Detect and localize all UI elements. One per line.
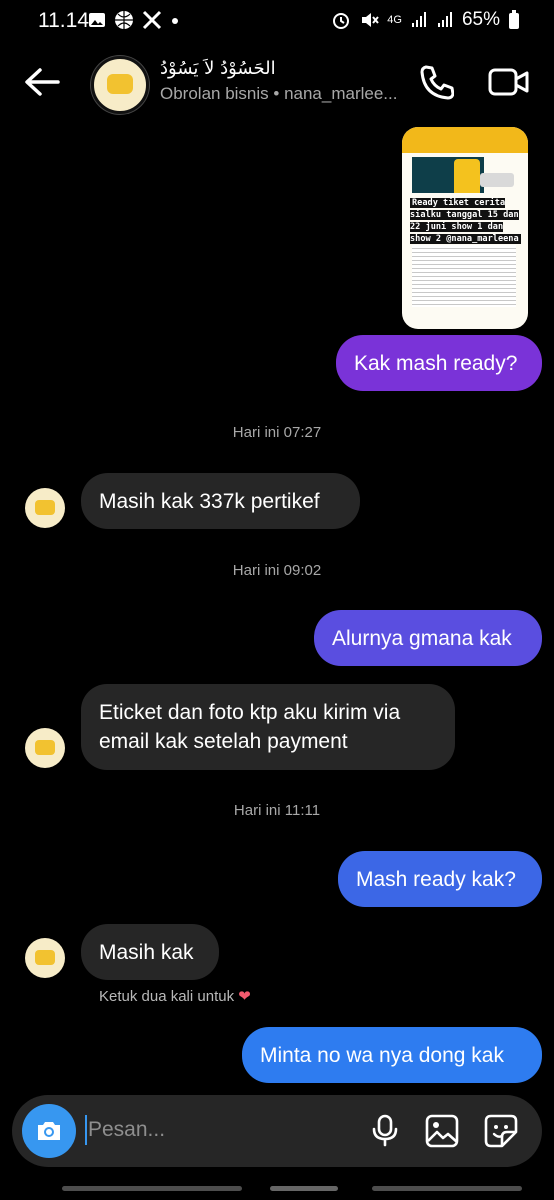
video-call-icon[interactable] xyxy=(488,66,530,98)
contact-subtitle[interactable]: Obrolan bisnis • nana_marlee... xyxy=(160,84,400,104)
sender-avatar[interactable] xyxy=(25,728,65,768)
post-caption: Ready tiket cerita sialku tanggal 15 dan… xyxy=(410,198,521,244)
ticket-details xyxy=(412,245,516,307)
incoming-message[interactable]: Masih kak xyxy=(81,924,219,980)
contact-avatar[interactable] xyxy=(91,56,149,114)
camera-button[interactable] xyxy=(22,1104,76,1158)
outgoing-message[interactable]: Alurnya gmana kak xyxy=(314,610,542,666)
signal-icon xyxy=(411,12,426,27)
outgoing-message[interactable]: Mash ready kak? xyxy=(338,851,542,907)
status-time: 11.14 xyxy=(38,9,89,32)
alarm-icon xyxy=(333,13,350,29)
back-arrow-icon[interactable] xyxy=(22,66,62,98)
sender-avatar[interactable] xyxy=(25,938,65,978)
mute-icon xyxy=(362,13,380,27)
x-notification-icon xyxy=(142,10,162,30)
gallery-icon[interactable] xyxy=(425,1114,459,1148)
double-tap-hint: Ketuk dua kali untuk ❤ xyxy=(99,988,251,1005)
microphone-icon[interactable] xyxy=(370,1114,400,1148)
timestamp: Hari ini 07:27 xyxy=(232,424,322,441)
timestamp: Hari ini 09:02 xyxy=(232,562,322,579)
gallery-notification-icon xyxy=(89,13,105,27)
incoming-message[interactable]: Eticket dan foto ktp aku kirim via email… xyxy=(81,684,455,770)
camera-icon xyxy=(38,1122,60,1140)
heart-icon: ❤ xyxy=(238,988,251,1005)
battery-icon xyxy=(509,10,519,29)
notification-icons xyxy=(88,10,180,30)
chat-header: الحَسُوْدُ لاَ يَسُوْدُ Obrolan bisnis •… xyxy=(0,44,554,120)
message-input[interactable]: Pesan... xyxy=(88,1118,165,1142)
more-notifications-dot xyxy=(172,18,178,24)
contact-name[interactable]: الحَسُوْدُ لاَ يَسُوْدُ xyxy=(160,58,276,79)
sticker-icon[interactable] xyxy=(484,1114,518,1148)
outgoing-message[interactable]: Kak mash ready? xyxy=(336,335,542,391)
sender-avatar[interactable] xyxy=(25,488,65,528)
battery-percent: 65% xyxy=(461,9,500,30)
signal-icon-2 xyxy=(437,12,452,27)
phone-call-icon[interactable] xyxy=(418,64,454,100)
message-composer: Pesan... xyxy=(12,1095,542,1167)
timestamp: Hari ini 11:11 xyxy=(233,802,321,819)
text-cursor xyxy=(85,1115,87,1145)
shared-post-image[interactable]: Ready tiket cerita sialku tanggal 15 dan… xyxy=(402,127,528,329)
navigation-bar xyxy=(0,1182,554,1200)
network-type: 4G xyxy=(387,14,402,26)
incoming-message[interactable]: Masih kak 337k pertikef xyxy=(81,473,360,529)
globe-notification-icon xyxy=(115,11,133,29)
outgoing-message[interactable]: Minta no wa nya dong kak xyxy=(242,1027,542,1083)
status-bar: 11.14 4G 65% xyxy=(0,0,554,44)
